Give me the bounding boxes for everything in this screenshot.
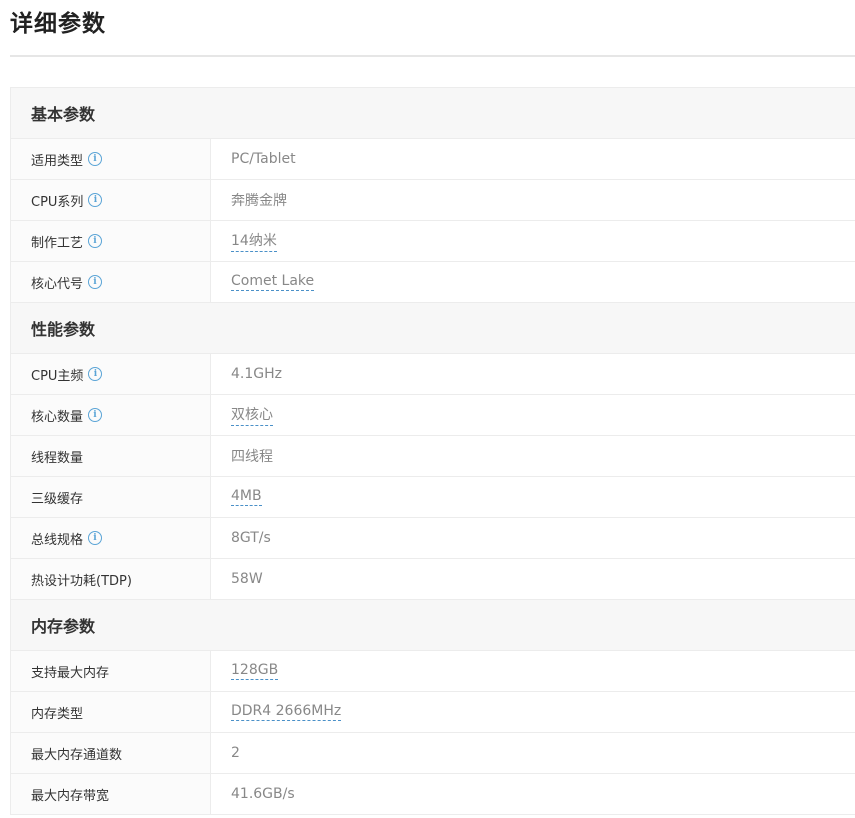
title-divider xyxy=(10,55,855,57)
spec-row: 热设计功耗(TDP) 58W xyxy=(11,559,855,600)
spec-value: 4.1GHz xyxy=(211,354,855,394)
spec-label: 核心数量 i xyxy=(11,395,211,435)
spec-label: 最大内存通道数 xyxy=(11,733,211,773)
spec-label: 热设计功耗(TDP) xyxy=(11,559,211,599)
spec-label-text: 总线规格 xyxy=(31,532,84,548)
spec-row: 支持最大内存 128GB xyxy=(11,651,855,692)
info-icon[interactable]: i xyxy=(88,367,103,381)
spec-label: 支持最大内存 xyxy=(11,651,211,691)
spec-row: 总线规格 i 8GT/s xyxy=(11,518,855,559)
spec-label-text: 内存类型 xyxy=(31,706,84,722)
spec-table: 基本参数 适用类型 i PC/Tablet CPU系列 i 奔腾金牌 制作工艺 i 14纳米 核心代… xyxy=(10,87,855,815)
spec-label: 最大内存带宽 xyxy=(11,774,211,814)
info-icon[interactable]: i xyxy=(88,531,103,545)
spec-label-text: 热设计功耗(TDP) xyxy=(31,573,132,589)
page-title: 详细参数 xyxy=(10,11,106,37)
spec-value: PC/Tablet xyxy=(211,139,855,179)
spec-label: CPU主频 i xyxy=(11,354,211,394)
spec-value-link[interactable]: DDR4 2666MHz xyxy=(231,703,342,721)
spec-value: 2 xyxy=(211,733,855,773)
spec-label-text: 最大内存通道数 xyxy=(31,747,123,763)
info-icon[interactable]: i xyxy=(88,275,103,289)
spec-value-text: 四线程 xyxy=(231,449,273,465)
spec-value-text: 58W xyxy=(231,571,263,587)
spec-row: 适用类型 i PC/Tablet xyxy=(11,139,855,180)
spec-label-text: 支持最大内存 xyxy=(31,665,110,681)
spec-label-text: 最大内存带宽 xyxy=(31,788,110,804)
spec-value-text: 4.1GHz xyxy=(231,366,282,382)
spec-row: CPU主频 i 4.1GHz xyxy=(11,354,855,395)
spec-value: 四线程 xyxy=(211,436,855,476)
spec-label: CPU系列 i xyxy=(11,180,211,220)
section-header: 性能参数 xyxy=(11,303,855,354)
spec-value-text: 8GT/s xyxy=(231,530,271,546)
spec-row: 最大内存通道数 2 xyxy=(11,733,855,774)
spec-label: 总线规格 i xyxy=(11,518,211,558)
spec-row: 核心数量 i 双核心 xyxy=(11,395,855,436)
spec-value: 41.6GB/s xyxy=(211,774,855,814)
spec-value: DDR4 2666MHz xyxy=(211,692,855,732)
spec-label: 内存类型 xyxy=(11,692,211,732)
spec-label: 制作工艺 i xyxy=(11,221,211,261)
spec-label-text: 线程数量 xyxy=(31,450,84,466)
spec-value-text: 2 xyxy=(231,745,240,761)
spec-value-link[interactable]: 14纳米 xyxy=(231,230,277,252)
spec-row: 线程数量 四线程 xyxy=(11,436,855,477)
spec-value: 奔腾金牌 xyxy=(211,180,855,220)
spec-value: 双核心 xyxy=(211,395,855,435)
section-header: 内存参数 xyxy=(11,600,855,651)
section-header: 基本参数 xyxy=(11,88,855,139)
spec-value: 14纳米 xyxy=(211,221,855,261)
info-icon[interactable]: i xyxy=(88,408,103,422)
spec-label-text: 适用类型 xyxy=(31,153,84,169)
spec-value-link[interactable]: 4MB xyxy=(231,488,262,506)
spec-value-link[interactable]: 128GB xyxy=(231,662,279,680)
spec-value: 4MB xyxy=(211,477,855,517)
info-icon[interactable]: i xyxy=(88,152,103,166)
spec-row: 核心代号 i Comet Lake xyxy=(11,262,855,303)
info-icon[interactable]: i xyxy=(88,193,103,207)
info-icon[interactable]: i xyxy=(88,234,103,248)
spec-row: 三级缓存 4MB xyxy=(11,477,855,518)
spec-label-text: CPU主频 xyxy=(31,368,84,384)
spec-value-text: 奔腾金牌 xyxy=(231,193,287,209)
spec-label: 核心代号 i xyxy=(11,262,211,302)
spec-page: 详细参数 基本参数适用类型 i PC/Tablet CPU系列 i 奔腾金牌制作工艺 i 14… xyxy=(0,0,855,818)
spec-value: 8GT/s xyxy=(211,518,855,558)
spec-value-link[interactable]: 双核心 xyxy=(231,404,273,426)
spec-label: 三级缓存 xyxy=(11,477,211,517)
spec-value: 58W xyxy=(211,559,855,599)
spec-label-text: 核心代号 xyxy=(31,276,84,292)
spec-value-text: PC/Tablet xyxy=(231,151,296,167)
spec-label: 适用类型 i xyxy=(11,139,211,179)
spec-label-text: 核心数量 xyxy=(31,409,84,425)
spec-label-text: 三级缓存 xyxy=(31,491,84,507)
spec-value: 128GB xyxy=(211,651,855,691)
spec-value-text: 41.6GB/s xyxy=(231,786,295,802)
spec-row: 最大内存带宽 41.6GB/s xyxy=(11,774,855,815)
spec-label-text: 制作工艺 xyxy=(31,235,84,251)
spec-row: 内存类型 DDR4 2666MHz xyxy=(11,692,855,733)
spec-value-link[interactable]: Comet Lake xyxy=(231,273,315,291)
spec-row: 制作工艺 i 14纳米 xyxy=(11,221,855,262)
spec-label-text: CPU系列 xyxy=(31,194,84,210)
spec-row: CPU系列 i 奔腾金牌 xyxy=(11,180,855,221)
spec-value: Comet Lake xyxy=(211,262,855,302)
spec-label: 线程数量 xyxy=(11,436,211,476)
